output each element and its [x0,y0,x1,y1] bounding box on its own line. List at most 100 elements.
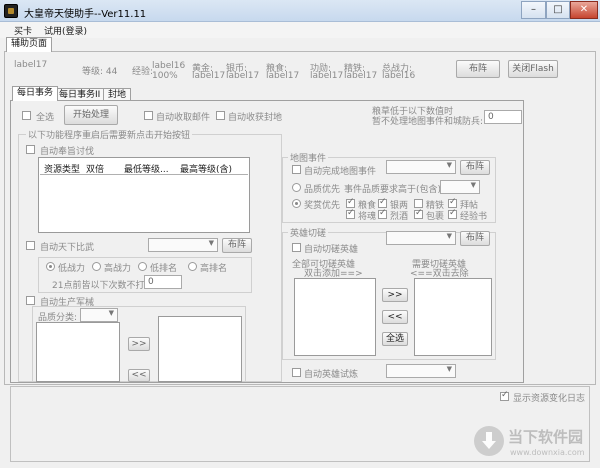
auto-hero-label: 自动切磋英雄 [304,245,359,255]
hero-add-button[interactable]: >> [382,288,408,302]
minimize-button[interactable]: – [521,1,546,19]
radio-low-power-label: 低战力 [58,264,86,274]
auto-pirate-label: 自动奉旨讨伐 [40,147,95,157]
hero-select-all-button[interactable]: 全选 [382,332,408,346]
merit-value: label17 [310,71,344,81]
tab-assist-page[interactable]: 辅助页面 [6,37,53,52]
map-formation-button[interactable]: 布阵 [460,160,490,175]
exp-label: 经验: [132,67,154,77]
formation-button-top[interactable]: 布阵 [456,60,500,78]
auto-trial-checkbox[interactable] [292,368,301,377]
auto-fief-checkbox[interactable] [216,111,225,120]
radio-reward-first[interactable] [292,199,301,208]
chevron-down-icon: ▼ [446,161,452,169]
world-select[interactable]: ▼ [148,238,218,252]
auto-mail-checkbox[interactable] [144,111,153,120]
close-button[interactable]: ✕ [570,1,598,19]
radio-low-rank-label: 低排名 [150,264,178,274]
radio-quality-first-label: 品质优先 [304,185,341,195]
hero-formation-button[interactable]: 布阵 [460,231,490,246]
chevron-down-icon: ▼ [208,239,214,247]
quality-select[interactable]: ▼ [80,308,118,322]
show-log-checkbox[interactable] [500,390,509,401]
gold-value: label17 [192,71,226,81]
exp-value: label16 [152,61,186,71]
all-heroes-list[interactable] [294,278,376,356]
hero-select[interactable]: ▼ [386,231,456,245]
reward-package-label: 包裹 [426,212,445,222]
auto-fief-label: 自动收获封地 [228,113,283,123]
map-events-legend: 地图事件 [288,151,329,164]
night-note: 21点前皆以下次数不打: [52,281,148,291]
menu-item-buy-card[interactable]: 买卡 [14,24,32,37]
auto-mail-label: 自动收取邮件 [156,113,211,123]
produce-left-list[interactable] [36,322,120,382]
close-flash-button[interactable]: 关闭Flash [508,60,558,78]
radio-high-rank-label: 高排名 [200,264,228,274]
radio-high-power[interactable] [92,262,101,271]
world-formation-button[interactable]: 布阵 [222,238,252,253]
power-value: label16 [382,71,416,81]
auto-pirate-checkbox[interactable] [26,145,35,154]
auto-map-label: 自动完成地图事件 [304,167,377,177]
reward-soul-checkbox[interactable] [346,208,355,219]
night-count-input[interactable]: 0 [144,275,182,289]
auto-world-checkbox[interactable] [26,241,35,250]
map-select[interactable]: ▼ [386,160,456,174]
produce-right-list[interactable] [158,316,242,382]
select-all-checkbox[interactable] [22,111,31,120]
trial-select[interactable]: ▼ [386,364,456,378]
reward-iron-checkbox[interactable] [414,199,423,208]
window-title: 大皇帝天使助手--Ver11.11 [24,9,147,20]
radio-low-rank[interactable] [138,262,147,271]
start-button[interactable]: 开始处理 [64,105,118,125]
watermark-text: 当下软件园 [508,428,584,446]
silver-value: label17 [226,71,260,81]
menu-item-trial-login[interactable]: 试用(登录) [44,24,87,37]
food-threshold-input[interactable]: 0 [484,110,522,124]
food-threshold-note-2: 暂不处理地图事件和城防兵: [372,117,484,127]
download-icon [474,426,504,456]
app-icon [4,4,18,18]
reward-invite-checkbox[interactable] [448,197,457,208]
reward-package-checkbox[interactable] [414,208,423,219]
reward-expbook-checkbox[interactable] [448,208,457,219]
quality-requirement-label: 事件品质要求高于(包含) [344,185,442,195]
produce-remove-button[interactable]: << [128,369,150,382]
hero-remove-button[interactable]: << [382,310,408,324]
reward-silver-checkbox[interactable] [378,197,387,208]
radio-quality-first[interactable] [292,183,301,192]
show-log-label: 显示资源变化日志 [513,394,586,404]
hero-spar-legend: 英雄切磋 [288,226,329,239]
menu-bar [0,22,600,38]
quality-requirement-select[interactable]: ▼ [440,180,480,194]
chevron-down-icon: ▼ [446,232,452,240]
radio-high-rank[interactable] [188,262,197,271]
needed-heroes-list[interactable] [414,278,492,356]
reward-wine-checkbox[interactable] [378,208,387,219]
level-label: 等级: 44 [82,67,118,77]
food-value: label17 [266,71,300,81]
reward-food-checkbox[interactable] [346,197,355,208]
radio-high-power-label: 高战力 [104,264,132,274]
exp-percent: 100% [152,71,178,81]
tab-daily-tasks[interactable]: 每日事务 [12,86,59,101]
chevron-down-icon: ▼ [446,365,452,373]
reward-expbook-label: 经验书 [460,212,488,222]
auto-map-checkbox[interactable] [292,165,301,174]
radio-reward-first-label: 奖赏优先 [304,201,341,211]
select-all-label: 全选 [36,113,55,123]
auto-produce-checkbox[interactable] [26,296,35,305]
produce-add-button[interactable]: >> [128,337,150,351]
restart-note: 以下功能程序重启后需要新点击开始按钮 [26,128,193,141]
auto-world-label: 自动天下比武 [40,243,95,253]
table-header-divider [40,174,248,175]
radio-low-power[interactable] [46,262,55,271]
auto-hero-checkbox[interactable] [292,243,301,252]
watermark: 当下软件园 www.downxia.com [474,422,594,464]
iron-value: label17 [344,71,378,81]
maximize-button[interactable]: □ [546,1,570,19]
auto-trial-label: 自动英雄试炼 [304,370,359,380]
reward-wine-label: 烈酒 [390,212,409,222]
chevron-down-icon: ▼ [470,181,476,189]
